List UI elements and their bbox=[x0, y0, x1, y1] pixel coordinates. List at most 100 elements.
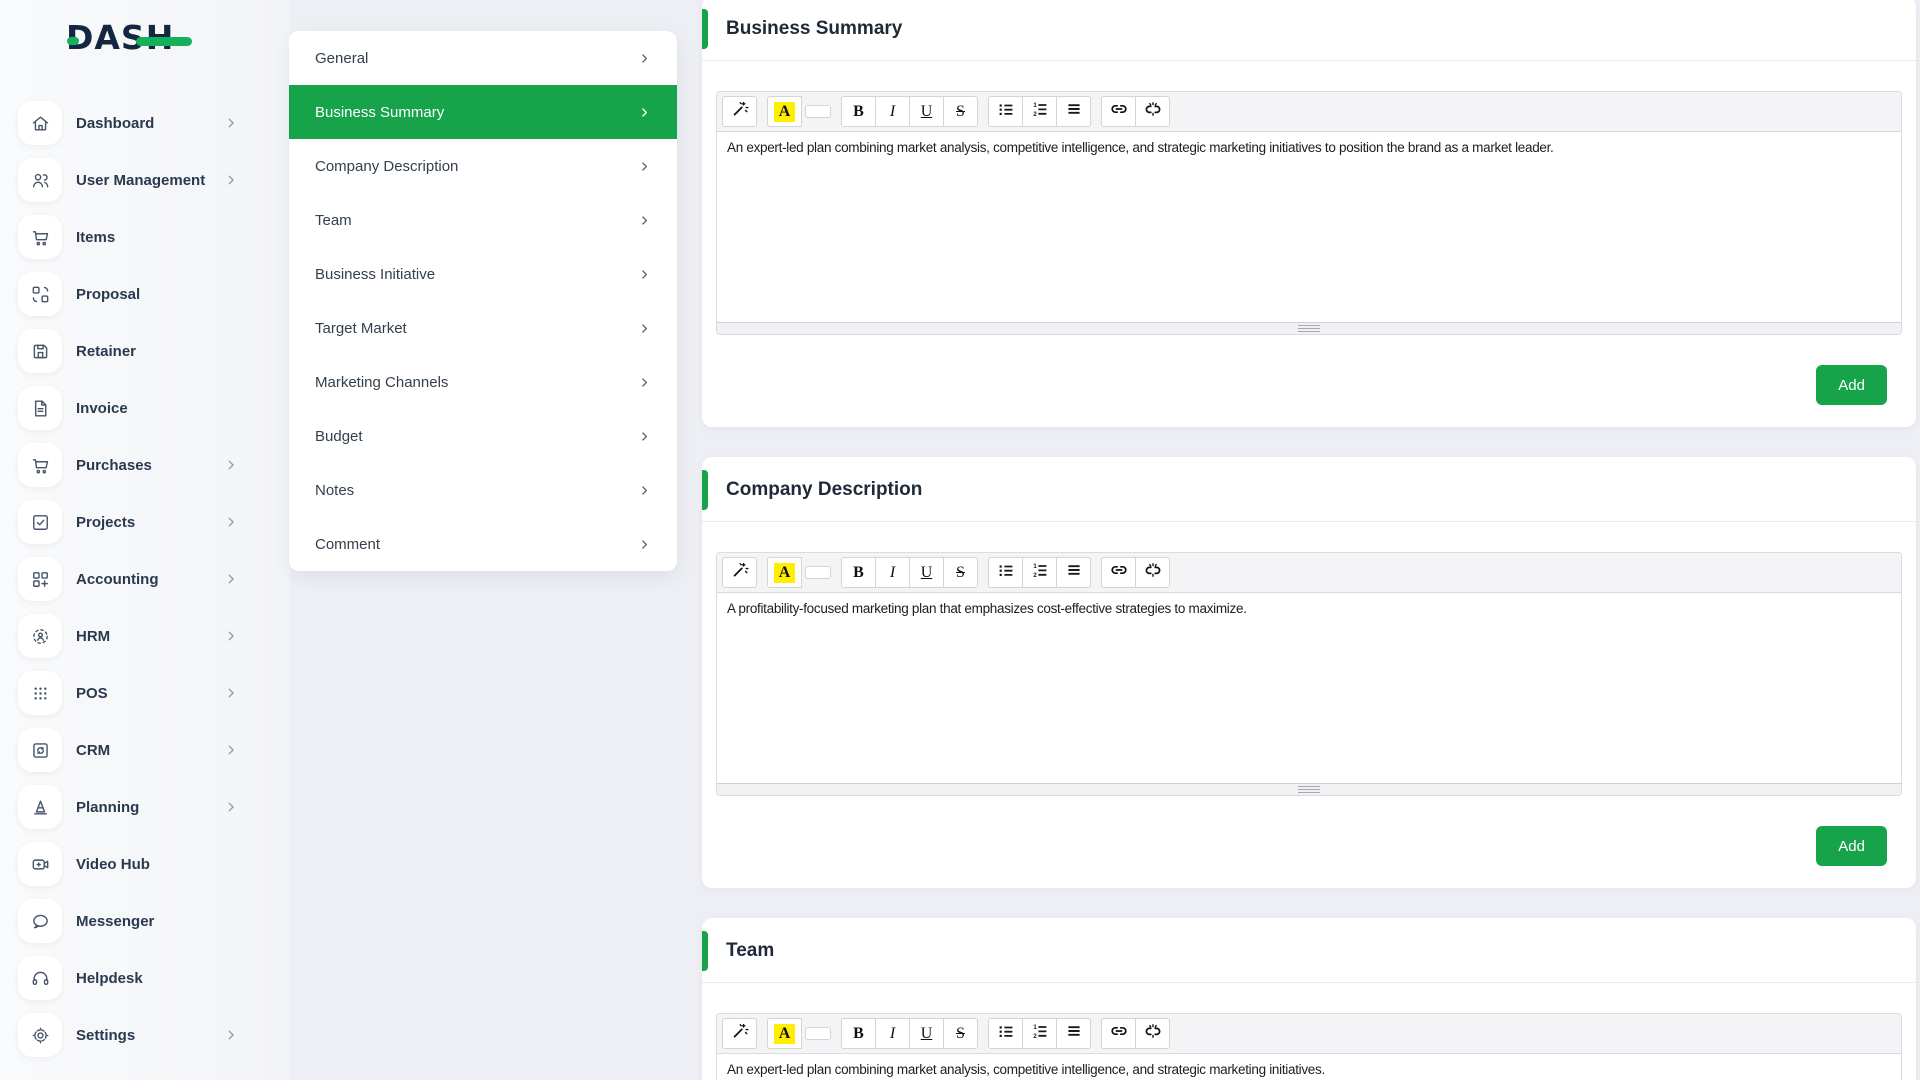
section-header: Team bbox=[702, 918, 1916, 983]
sidebar-item-proposal[interactable]: Proposal bbox=[18, 272, 290, 316]
chevron-right-icon bbox=[638, 214, 651, 227]
italic-button[interactable]: I bbox=[875, 96, 910, 127]
sidebar-item-invoice[interactable]: Invoice bbox=[18, 386, 290, 430]
submenu-item-budget[interactable]: Budget bbox=[289, 409, 677, 463]
submenu-item-comment[interactable]: Comment bbox=[289, 517, 677, 571]
unordered-list-icon bbox=[997, 561, 1015, 584]
magic-wand-button[interactable] bbox=[722, 96, 757, 127]
chevron-right-icon bbox=[638, 106, 651, 119]
strikethrough-button[interactable]: S bbox=[943, 557, 978, 588]
link-button[interactable] bbox=[1101, 557, 1136, 588]
recent-color-swatch[interactable] bbox=[805, 105, 831, 118]
italic-button[interactable]: I bbox=[875, 557, 910, 588]
ordered-list-button[interactable]: 1 2 bbox=[1022, 96, 1057, 127]
submenu-item-team[interactable]: Team bbox=[289, 193, 677, 247]
sidebar-item-user-management[interactable]: User Management bbox=[18, 158, 290, 202]
gear-icon bbox=[18, 1013, 62, 1057]
underline-button[interactable]: U bbox=[909, 96, 944, 127]
editor-content[interactable]: A profitability-focused marketing plan t… bbox=[717, 593, 1901, 783]
sidebar-item-retainer[interactable]: Retainer bbox=[18, 329, 290, 373]
sidebar-nav: Dashboard User Management Items bbox=[18, 101, 290, 1057]
paragraph-align-button[interactable] bbox=[1056, 557, 1091, 588]
recent-color-swatch[interactable] bbox=[805, 566, 831, 579]
sidebar-item-label: Video Hub bbox=[76, 856, 150, 873]
recent-color-swatch[interactable] bbox=[805, 1027, 831, 1040]
italic-button[interactable]: I bbox=[875, 1018, 910, 1049]
bold-button[interactable]: B bbox=[841, 557, 876, 588]
sidebar-item-hrm[interactable]: HRM bbox=[18, 614, 290, 658]
logo-green-bar bbox=[136, 37, 192, 46]
underline-button[interactable]: U bbox=[909, 1018, 944, 1049]
editor-resize-handle[interactable] bbox=[717, 322, 1901, 334]
sidebar-item-purchases[interactable]: Purchases bbox=[18, 443, 290, 487]
sidebar-item-settings[interactable]: Settings bbox=[18, 1013, 290, 1057]
submenu-item-general[interactable]: General bbox=[289, 31, 677, 85]
link-button[interactable] bbox=[1101, 96, 1136, 127]
editor-content[interactable]: An expert-led plan combining market anal… bbox=[717, 1054, 1901, 1080]
chat-bubble-icon bbox=[18, 899, 62, 943]
sidebar-item-pos[interactable]: POS bbox=[18, 671, 290, 715]
submenu-item-business-summary[interactable]: Business Summary bbox=[289, 85, 677, 139]
unlink-icon bbox=[1144, 1022, 1162, 1045]
rich-text-editor: A B I U S bbox=[716, 91, 1902, 335]
sidebar-item-accounting[interactable]: Accounting bbox=[18, 557, 290, 601]
user-scan-icon bbox=[18, 614, 62, 658]
sidebar: DASH Dashboard User Management bbox=[0, 0, 290, 1080]
magic-wand-button[interactable] bbox=[722, 557, 757, 588]
ordered-list-icon: 1 2 bbox=[1031, 100, 1049, 123]
section-accent-bar bbox=[702, 931, 708, 971]
submenu-item-notes[interactable]: Notes bbox=[289, 463, 677, 517]
section-title: Business Summary bbox=[726, 18, 1892, 40]
sidebar-item-label: User Management bbox=[76, 172, 205, 189]
unlink-button[interactable] bbox=[1135, 1018, 1170, 1049]
unordered-list-button[interactable] bbox=[988, 96, 1023, 127]
submenu-item-label: Notes bbox=[315, 482, 354, 499]
submenu-item-business-initiative[interactable]: Business Initiative bbox=[289, 247, 677, 301]
ordered-list-button[interactable]: 1 2 bbox=[1022, 557, 1057, 588]
sidebar-item-label: Purchases bbox=[76, 457, 152, 474]
logo[interactable]: DASH bbox=[66, 18, 226, 62]
sidebar-item-planning[interactable]: Planning bbox=[18, 785, 290, 829]
add-button[interactable]: Add bbox=[1816, 826, 1887, 866]
sidebar-item-label: Proposal bbox=[76, 286, 140, 303]
magic-wand-button[interactable] bbox=[722, 1018, 757, 1049]
highlight-color-button[interactable]: A bbox=[767, 1018, 802, 1049]
submenu-item-target-market[interactable]: Target Market bbox=[289, 301, 677, 355]
chevron-right-icon bbox=[224, 686, 238, 700]
submenu-item-company-description[interactable]: Company Description bbox=[289, 139, 677, 193]
sidebar-item-label: Projects bbox=[76, 514, 135, 531]
link-button[interactable] bbox=[1101, 1018, 1136, 1049]
unlink-button[interactable] bbox=[1135, 96, 1170, 127]
editor-resize-handle[interactable] bbox=[717, 783, 1901, 795]
submenu-item-label: General bbox=[315, 50, 368, 67]
sidebar-item-video-hub[interactable]: Video Hub bbox=[18, 842, 290, 886]
add-button[interactable]: Add bbox=[1816, 365, 1887, 405]
sidebar-item-label: Items bbox=[76, 229, 115, 246]
submenu-item-marketing-channels[interactable]: Marketing Channels bbox=[289, 355, 677, 409]
highlight-color-button[interactable]: A bbox=[767, 557, 802, 588]
unordered-list-button[interactable] bbox=[988, 1018, 1023, 1049]
unordered-list-button[interactable] bbox=[988, 557, 1023, 588]
chevron-right-icon bbox=[224, 173, 238, 187]
editor-content[interactable]: An expert-led plan combining market anal… bbox=[717, 132, 1901, 322]
submenu-item-label: Business Summary bbox=[315, 104, 444, 121]
sidebar-item-projects[interactable]: Projects bbox=[18, 500, 290, 544]
paragraph-align-button[interactable] bbox=[1056, 1018, 1091, 1049]
underline-button[interactable]: U bbox=[909, 557, 944, 588]
highlight-color-button[interactable]: A bbox=[767, 96, 802, 127]
sidebar-item-crm[interactable]: CRM bbox=[18, 728, 290, 772]
svg-text:2: 2 bbox=[1033, 572, 1037, 579]
sidebar-item-label: Messenger bbox=[76, 913, 154, 930]
paragraph-align-button[interactable] bbox=[1056, 96, 1091, 127]
sidebar-item-dashboard[interactable]: Dashboard bbox=[18, 101, 290, 145]
bold-button[interactable]: B bbox=[841, 1018, 876, 1049]
chevron-right-icon bbox=[224, 572, 238, 586]
strikethrough-button[interactable]: S bbox=[943, 96, 978, 127]
ordered-list-button[interactable]: 1 2 bbox=[1022, 1018, 1057, 1049]
sidebar-item-messenger[interactable]: Messenger bbox=[18, 899, 290, 943]
unlink-button[interactable] bbox=[1135, 557, 1170, 588]
sidebar-item-helpdesk[interactable]: Helpdesk bbox=[18, 956, 290, 1000]
sidebar-item-items[interactable]: Items bbox=[18, 215, 290, 259]
strikethrough-button[interactable]: S bbox=[943, 1018, 978, 1049]
bold-button[interactable]: B bbox=[841, 96, 876, 127]
